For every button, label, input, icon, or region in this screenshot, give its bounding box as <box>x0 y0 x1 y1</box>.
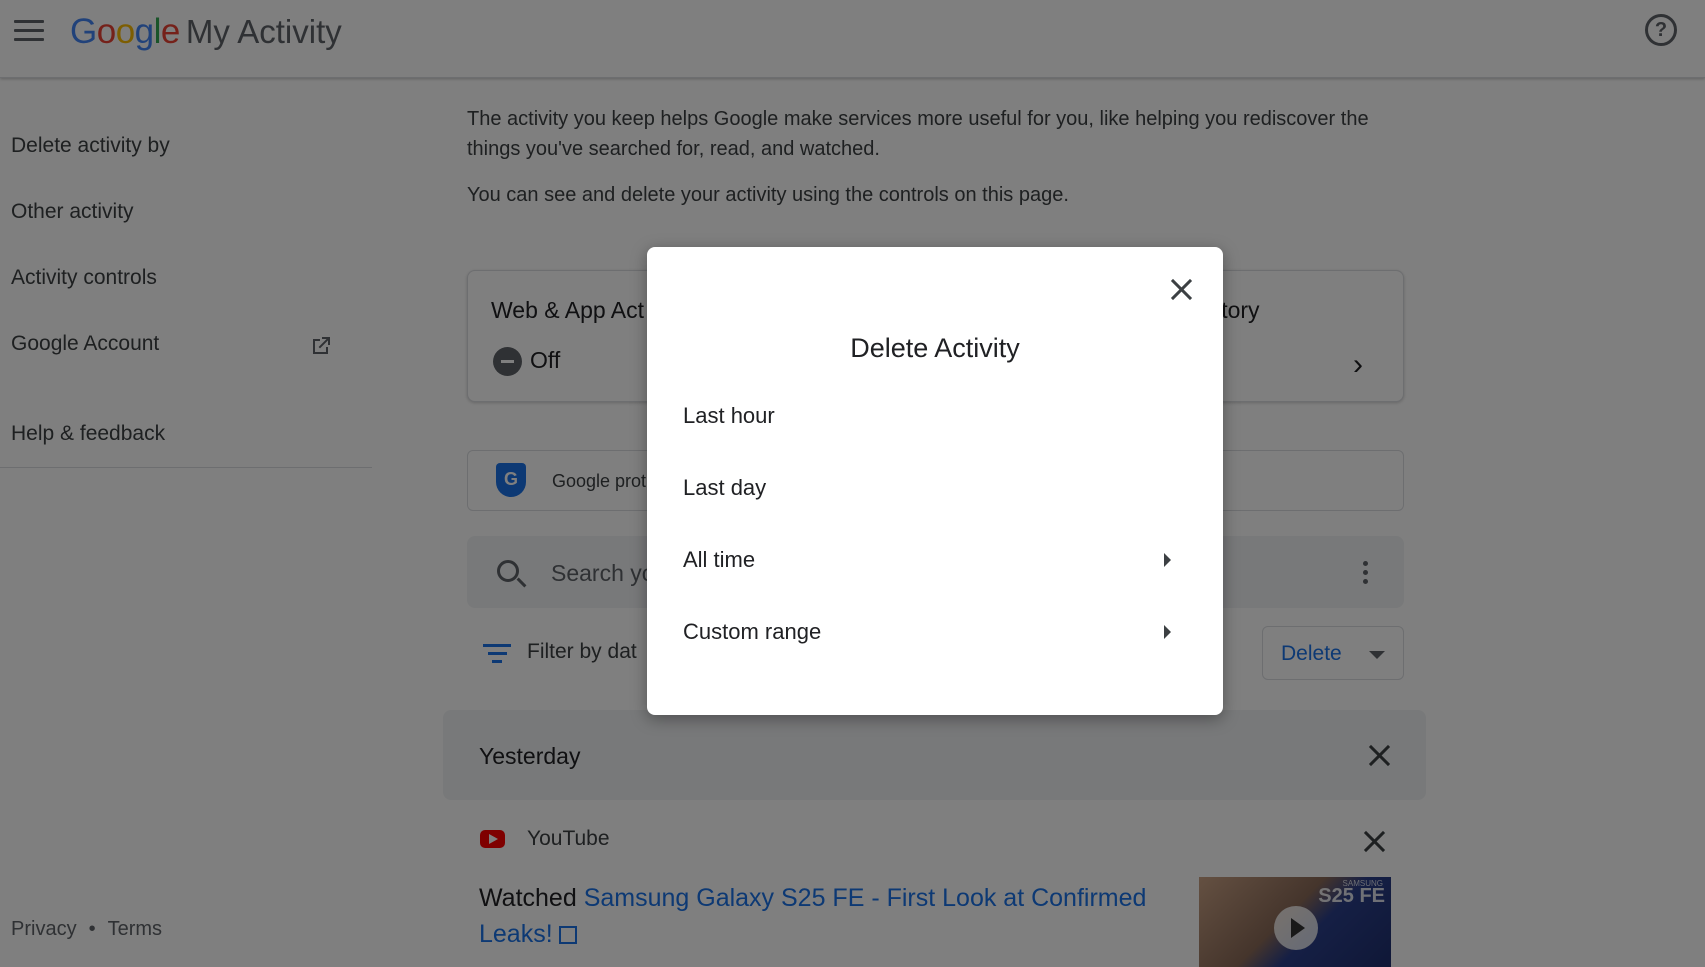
dialog-title: Delete Activity <box>850 333 1020 363</box>
delete-activity-dialog: Delete Activity Last hour Last day All t… <box>647 247 1223 715</box>
option-last-day[interactable]: Last day <box>683 475 1193 515</box>
submenu-arrow-icon <box>1164 625 1171 639</box>
option-last-hour[interactable]: Last hour <box>683 403 1193 443</box>
dialog-close-icon[interactable] <box>1170 278 1192 300</box>
submenu-arrow-icon <box>1164 553 1171 567</box>
option-all-time[interactable]: All time <box>683 547 1193 587</box>
option-custom-range[interactable]: Custom range <box>683 619 1193 659</box>
